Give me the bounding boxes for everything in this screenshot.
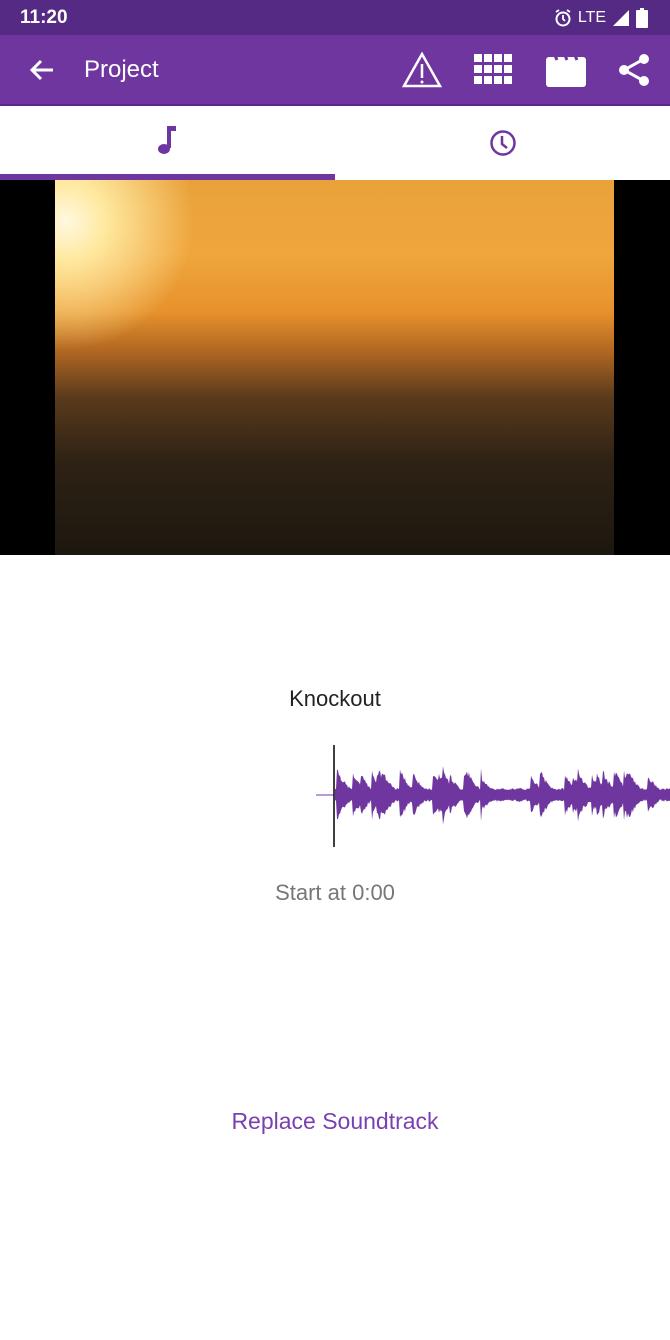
- alarm-icon: [555, 8, 571, 26]
- tab-soundtrack[interactable]: [0, 106, 335, 180]
- soundtrack-name: Knockout: [289, 686, 381, 711]
- back-arrow-icon: [29, 59, 53, 80]
- share-icon[interactable]: [618, 53, 650, 87]
- back-button[interactable]: [0, 58, 84, 82]
- clock-icon: [489, 130, 516, 156]
- page-title: Project: [84, 55, 159, 83]
- signal-icon: [613, 9, 629, 26]
- tab-duration[interactable]: [335, 106, 670, 180]
- grid-icon[interactable]: [474, 53, 514, 86]
- status-bar: 11:20 LTE: [0, 0, 670, 35]
- waveform-shape: [335, 766, 670, 825]
- battery-icon: [636, 7, 648, 28]
- tab-bar: [0, 106, 670, 180]
- warning-icon[interactable]: [402, 51, 442, 88]
- app-bar: Project: [0, 35, 670, 106]
- video-preview[interactable]: [0, 180, 670, 555]
- start-time-label: Start at 0:00: [275, 880, 395, 905]
- clapperboard-icon[interactable]: [546, 52, 586, 87]
- replace-soundtrack-button[interactable]: Replace Soundtrack: [0, 1108, 670, 1135]
- audio-waveform[interactable]: [0, 745, 670, 847]
- video-frame-image: [55, 180, 614, 555]
- status-time: 11:20: [20, 6, 68, 28]
- music-note-icon: [157, 126, 176, 154]
- network-type: LTE: [577, 8, 606, 26]
